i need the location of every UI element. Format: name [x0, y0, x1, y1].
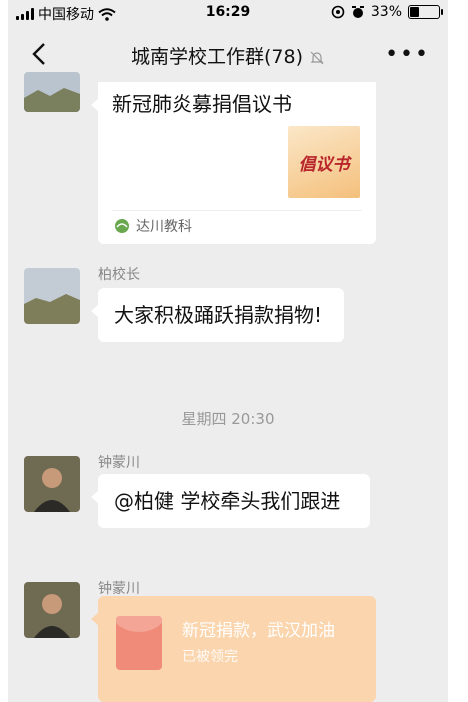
mute-bell-icon — [310, 51, 324, 64]
source-logo-icon — [115, 219, 129, 233]
message-bubble[interactable]: @柏健 学校牵头我们跟进 — [91, 474, 370, 528]
message-bubble[interactable]: 大家积极踊跃捐款捐物! — [91, 288, 344, 342]
location-lock-icon — [331, 5, 345, 19]
alarm-icon — [351, 6, 364, 18]
article-card[interactable]: 新冠肺炎募捐倡议书 倡议书 达川教科 — [91, 82, 376, 244]
battery-percent: 33% — [370, 4, 402, 20]
sender-name: 钟蒙川 — [98, 581, 140, 597]
red-packet-title: 新冠捐款，武汉加油 — [182, 621, 335, 641]
battery-icon — [408, 5, 443, 19]
card-source-name: 达川教科 — [136, 219, 192, 235]
chat-title: 城南学校工作群(78) — [130, 46, 303, 68]
timestamp: 星期四 20:30 — [181, 410, 275, 428]
sender-name: 钟蒙川 — [98, 455, 140, 471]
sender-name: 柏校长 — [98, 267, 140, 283]
red-packet-card[interactable]: 新冠捐款，武汉加油 已被领完 — [91, 596, 376, 702]
status-bar: 中国移动 16:29 33% — [8, 0, 448, 26]
status-right: 33% — [331, 4, 443, 20]
more-options-icon[interactable]: ••• — [385, 42, 430, 67]
avatar[interactable] — [24, 582, 80, 638]
card-divider — [112, 210, 362, 211]
avatar[interactable] — [24, 72, 80, 112]
chat-title-row: 城南学校工作群(78) — [8, 42, 448, 69]
card-title: 新冠肺炎募捐倡议书 — [112, 92, 292, 116]
avatar[interactable] — [24, 456, 80, 512]
red-packet-status: 已被领完 — [182, 649, 238, 665]
card-thumbnail: 倡议书 — [288, 126, 360, 198]
card-thumb-text: 倡议书 — [298, 154, 350, 175]
card-source: 达川教科 — [114, 216, 192, 236]
red-packet-icon — [116, 616, 162, 670]
chat-screen: 中国移动 16:29 33% 城南学校工作群(78) ••• 新冠肺炎募捐倡议书… — [8, 0, 448, 702]
avatar[interactable] — [24, 268, 80, 324]
